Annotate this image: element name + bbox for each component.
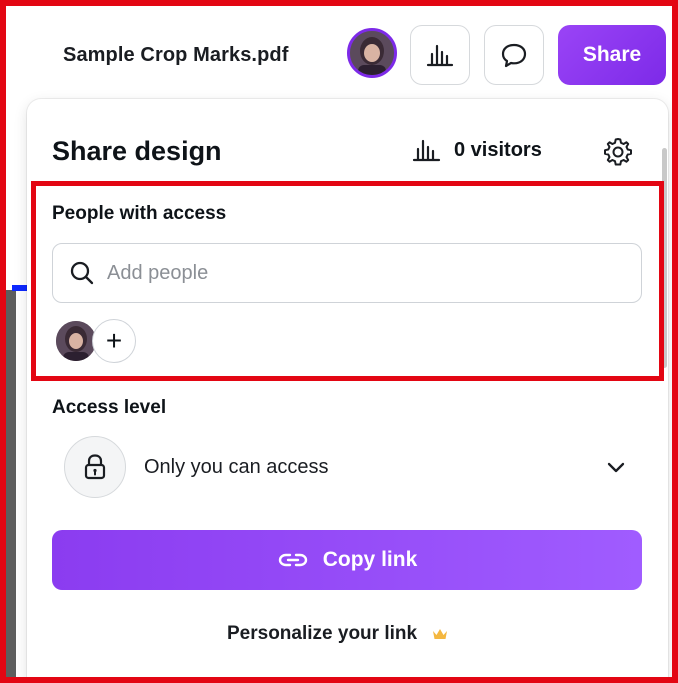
lock-icon <box>84 454 106 480</box>
crown-icon <box>433 629 448 639</box>
document-title[interactable]: Sample Crop Marks.pdf <box>63 44 288 67</box>
access-level-label: Access level <box>52 397 167 418</box>
chevron-down-icon <box>607 462 625 473</box>
share-panel: Share design 0 visitors People with acce… <box>27 99 668 683</box>
avatar-photo-icon <box>350 31 394 75</box>
gear-icon <box>604 138 632 166</box>
access-level-dropdown[interactable]: Only you can access <box>52 435 642 499</box>
insights-icon <box>426 44 454 67</box>
visitors-count: 0 visitors <box>454 138 542 161</box>
people-list: + <box>54 319 144 363</box>
top-bar: Sample Crop Marks.pdf Share <box>6 6 672 98</box>
copy-link-button[interactable]: Copy link <box>52 530 642 590</box>
settings-button[interactable] <box>601 135 635 169</box>
people-with-access-label: People with access <box>52 203 227 224</box>
copy-link-label: Copy link <box>322 548 418 571</box>
panel-scrollbar[interactable] <box>662 148 667 368</box>
add-people-input[interactable]: Add people <box>52 243 642 303</box>
canvas-side-strip <box>6 290 16 677</box>
lock-icon-container <box>64 436 126 498</box>
canvas-selection-marker <box>12 285 28 291</box>
add-people-placeholder: Add people <box>107 261 209 284</box>
access-level-value: Only you can access <box>144 455 329 478</box>
user-avatar[interactable] <box>347 28 397 78</box>
comment-icon <box>501 43 527 68</box>
panel-title: Share design <box>52 136 222 166</box>
share-button[interactable]: Share <box>558 25 666 85</box>
comment-button[interactable] <box>484 25 544 85</box>
personalize-link-button[interactable]: Personalize your link <box>227 623 449 645</box>
personalize-link-label: Personalize your link <box>227 623 418 644</box>
search-icon <box>70 261 94 285</box>
insights-icon <box>412 139 441 162</box>
visitors-button[interactable]: 0 visitors <box>412 138 542 162</box>
insights-button[interactable] <box>410 25 470 85</box>
add-person-button[interactable]: + <box>92 319 136 363</box>
avatar-photo-icon <box>56 321 96 361</box>
link-icon <box>278 553 307 567</box>
